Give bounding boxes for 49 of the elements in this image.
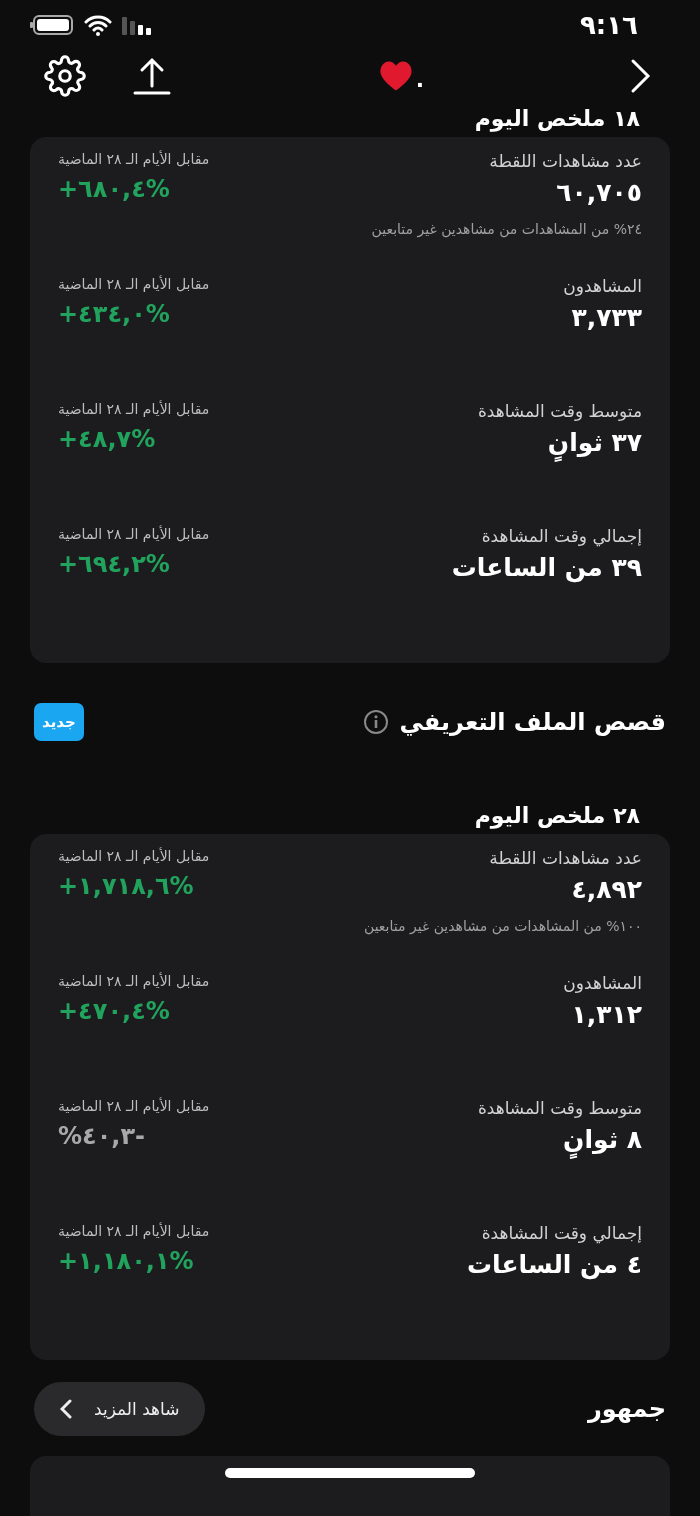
change-percent: %٤٠,٣-: [58, 1122, 147, 1150]
title-dot: .: [415, 67, 425, 93]
comparison-label: مقابل الأيام الـ ٢٨ الماضية: [58, 1098, 210, 1114]
change-percent: +١,٧١٨,٦%: [58, 872, 195, 900]
change-percent: +١,١٨٠,١%: [58, 1247, 195, 1275]
change-percent: +٦٩٤,٢%: [58, 550, 171, 578]
metric-label: إجمالي وقت المشاهدة: [480, 526, 642, 546]
metric-value: ٣٧ ثوانٍ: [477, 423, 642, 463]
chevron-right-icon[interactable]: [630, 58, 652, 95]
metric-label: عدد مشاهدات اللقطة: [488, 151, 642, 171]
upload-icon[interactable]: [132, 56, 172, 97]
settings-icon[interactable]: [44, 55, 86, 98]
battery-icon: [30, 14, 74, 37]
metric-label: المشاهدون: [563, 973, 642, 993]
summary-title: ١٨ ملخص اليوم: [473, 105, 641, 134]
comparison-label: مقابل الأيام الـ ٢٨ الماضية: [58, 276, 210, 292]
metric-value: ٣,٧٣٣: [570, 302, 642, 334]
status-time: ٩:١٦: [580, 10, 638, 41]
section-title: قصص الملف التعريفي: [399, 708, 666, 736]
summary-title: ٢٨ ملخص اليوم: [473, 802, 641, 831]
change-percent: +٤٣٤,٠%: [58, 300, 171, 328]
info-icon[interactable]: [363, 709, 390, 735]
metric-note: ١٠٠% من المشاهدات من مشاهدين غير متابعين: [364, 918, 642, 934]
metric-value: ٤,٨٩٢: [570, 874, 642, 906]
comparison-label: مقابل الأيام الـ ٢٨ الماضية: [58, 973, 210, 989]
comparison-label: مقابل الأيام الـ ٢٨ الماضية: [58, 848, 210, 864]
new-badge: جديد: [34, 703, 84, 741]
metric-label: المشاهدون: [563, 276, 642, 296]
comparison-label: مقابل الأيام الـ ٢٨ الماضية: [58, 401, 210, 417]
metric-label: متوسط وقت المشاهدة: [477, 401, 642, 421]
comparison-label: مقابل الأيام الـ ٢٨ الماضية: [58, 151, 210, 167]
chevron-left-icon: [60, 1399, 72, 1419]
see-more-button[interactable]: شاهد المزيد: [34, 1382, 206, 1436]
wifi-icon: [84, 14, 112, 37]
change-percent: +٦٨٠,٤%: [58, 175, 171, 203]
change-percent: +٤٧٠,٤%: [58, 997, 171, 1025]
metric-value: ٤ من الساعات: [466, 1249, 642, 1282]
metric-value: ٣٩ من الساعات: [451, 552, 642, 585]
metric-value: ١,٣١٢: [570, 999, 642, 1031]
comparison-label: مقابل الأيام الـ ٢٨ الماضية: [58, 1223, 210, 1239]
comparison-label: مقابل الأيام الـ ٢٨ الماضية: [58, 526, 210, 542]
metric-label: إجمالي وقت المشاهدة: [480, 1223, 642, 1243]
metric-label: عدد مشاهدات اللقطة: [488, 848, 642, 868]
audience-title: جمهور: [587, 1395, 666, 1423]
metric-note: ٢٤% من المشاهدات من مشاهدين غير متابعين: [371, 221, 642, 237]
metric-value: ٨ ثوانٍ: [477, 1120, 642, 1160]
metric-label: متوسط وقت المشاهدة: [477, 1098, 642, 1118]
metric-value: ٦٠,٧٠٥: [555, 177, 642, 209]
change-percent: +٤٨,٧%: [58, 425, 157, 453]
